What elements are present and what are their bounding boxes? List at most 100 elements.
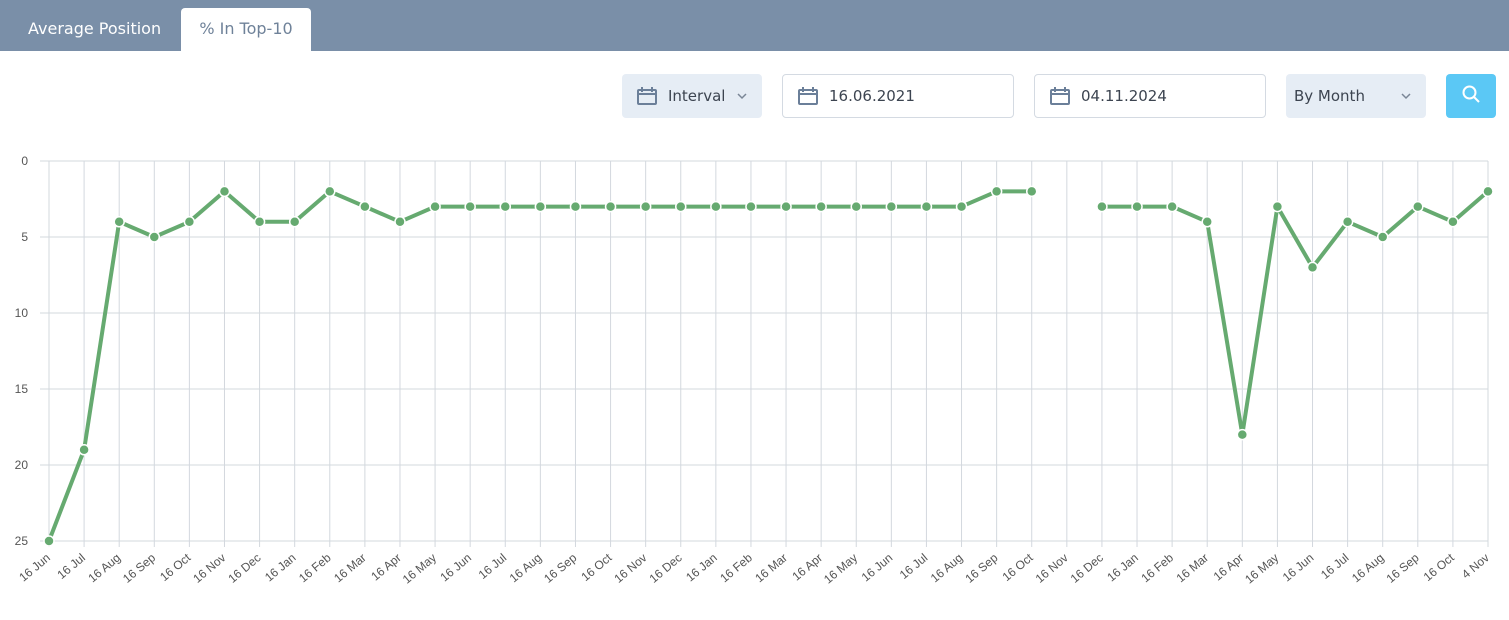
data-point (1271, 200, 1284, 213)
y-tick-label: 15 (15, 382, 29, 396)
data-point (745, 200, 757, 213)
y-tick-label: 10 (15, 306, 29, 320)
data-point (1306, 261, 1319, 274)
data-point (1412, 200, 1424, 213)
date-to-value: 04.11.2024 (1081, 87, 1167, 105)
data-point (534, 200, 547, 213)
x-tick-label: 16 Mar (1174, 551, 1212, 586)
data-point (359, 200, 371, 213)
date-from-value: 16.06.2021 (829, 87, 915, 105)
x-tick-label: 16 Dec (1068, 551, 1106, 586)
x-tick-label: 16 Aug (85, 551, 123, 586)
x-tick-label: 16 Apr (789, 551, 825, 584)
data-point (1447, 216, 1459, 228)
date-to-input[interactable]: 04.11.2024 (1034, 74, 1266, 118)
data-point (1131, 200, 1143, 213)
x-tick-label: 16 Feb (296, 550, 334, 585)
data-point (78, 444, 90, 456)
x-tick-label: 16 Feb (1138, 550, 1176, 585)
x-tick-label: 16 Apr (368, 551, 404, 584)
data-point (1025, 185, 1038, 198)
data-point (604, 200, 617, 213)
calendar-icon (637, 87, 657, 105)
y-tick-label: 0 (21, 154, 28, 168)
x-tick-label: 4 Nov (1459, 551, 1492, 582)
data-point (113, 216, 125, 228)
x-tick-label: 16 Feb (717, 550, 755, 585)
x-tick-label: 16 Oct (1421, 550, 1458, 584)
search-button[interactable] (1446, 74, 1496, 118)
chevron-down-icon (736, 90, 748, 103)
x-axis-ticks: 16 Jun 16 Jul16 Aug16 Sep 16 Oct16 Nov16 D… (16, 550, 1492, 586)
data-point (639, 200, 652, 213)
grouping-select[interactable]: By Month (1286, 74, 1426, 118)
data-point (955, 200, 968, 213)
x-tick-label: 16 May (1242, 551, 1281, 587)
data-point (1482, 185, 1494, 198)
x-tick-label: 16 Sep (1384, 550, 1422, 585)
x-tick-label: 16 Jul (1318, 551, 1352, 582)
calendar-icon (798, 87, 818, 105)
chevron-down-icon (1400, 90, 1412, 103)
data-point (675, 200, 687, 213)
x-tick-label: 16 Aug (507, 551, 545, 586)
search-icon (1461, 84, 1481, 108)
x-tick-label: 16 Aug (928, 551, 966, 586)
x-tick-label: 16 Jul (54, 551, 88, 582)
series-points (43, 185, 1494, 547)
x-tick-label: 16 Jul (476, 551, 510, 582)
y-tick-label: 20 (15, 458, 29, 472)
x-tick-label: 16 Jan (1104, 551, 1141, 585)
data-point (43, 535, 55, 547)
x-tick-label: 16 Mar (331, 551, 369, 586)
position-line-chart: 0510152025 16 Jun 16 Jul16 Aug16 Sep 16 Oc… (15, 154, 1494, 587)
x-tick-label: 16 Dec (225, 551, 263, 586)
interval-label: Interval (668, 87, 726, 105)
interval-select[interactable]: Interval (622, 74, 762, 118)
data-point (429, 200, 441, 213)
data-point (1166, 200, 1178, 213)
x-tick-label: 16 Oct (157, 550, 194, 584)
y-tick-label: 5 (21, 230, 28, 244)
x-tick-label: 16 Sep (962, 550, 1000, 585)
data-point (253, 216, 266, 228)
x-tick-label: 16 Jan (262, 551, 299, 585)
data-point (324, 185, 336, 198)
data-point (218, 185, 231, 198)
data-point (1236, 428, 1249, 441)
y-axis-ticks: 0 5 10 15 20 25 (15, 154, 29, 548)
x-tick-label: 16 Nov (611, 551, 649, 586)
data-point (183, 216, 196, 228)
data-point (1341, 216, 1354, 228)
x-tick-label: 16 Aug (1349, 551, 1387, 586)
data-point (569, 200, 582, 213)
data-point (780, 200, 792, 213)
data-point (920, 200, 933, 213)
x-tick-label: 16 Jun (16, 551, 53, 585)
x-tick-label: 16 Jun (437, 551, 474, 585)
x-tick-label: 16 Sep (541, 550, 579, 585)
tab-bar: Average Position % In Top-10 (0, 0, 1509, 51)
series-line (47, 189, 1490, 542)
data-point (710, 200, 722, 213)
x-tick-label: 16 Apr (1211, 551, 1247, 584)
x-tick-label: 16 Nov (1033, 551, 1071, 586)
data-point (148, 231, 161, 243)
x-tick-label: 16 Jun (1280, 551, 1317, 585)
tab-percent-in-top-10[interactable]: % In Top-10 (181, 8, 311, 51)
tab-average-position[interactable]: Average Position (8, 8, 181, 51)
x-tick-label: 16 May (821, 551, 860, 587)
y-tick-label: 25 (15, 534, 29, 548)
x-tick-label: 16 Jun (859, 551, 896, 585)
x-tick-label: 16 May (400, 551, 439, 587)
data-point (815, 200, 827, 213)
x-tick-label: 16 Nov (190, 551, 228, 586)
x-tick-label: 16 Dec (647, 551, 685, 586)
data-point (990, 185, 1003, 198)
grouping-label: By Month (1294, 87, 1365, 105)
data-point (1096, 200, 1108, 213)
data-point (464, 200, 476, 213)
date-from-input[interactable]: 16.06.2021 (782, 74, 1014, 118)
x-tick-label: 16 Sep (120, 550, 158, 585)
calendar-icon (1050, 87, 1070, 105)
